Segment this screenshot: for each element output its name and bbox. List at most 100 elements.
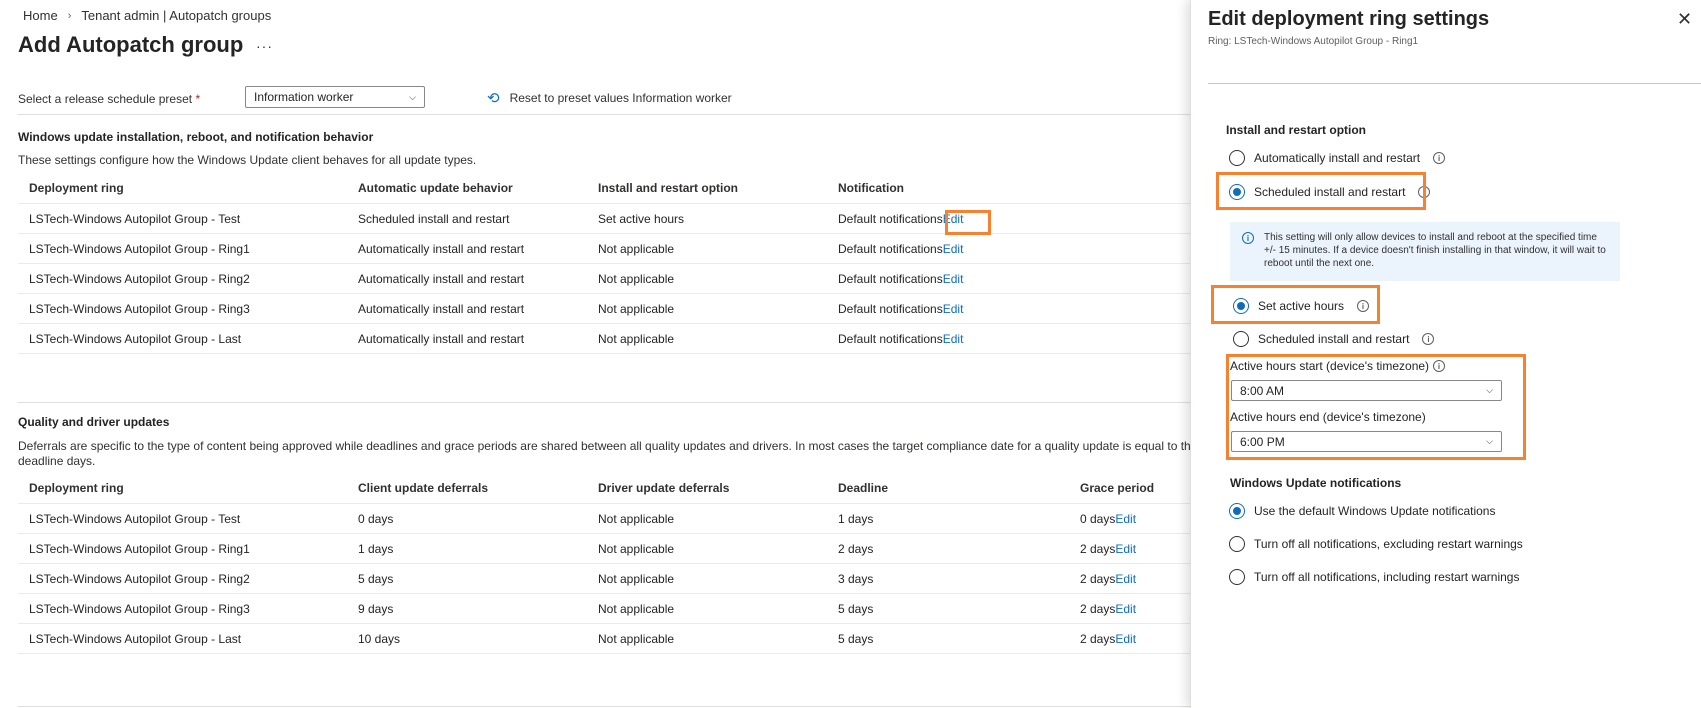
radio-label: Scheduled install and restart <box>1258 332 1410 346</box>
grace-cell: 2 days Edit <box>1080 564 1136 593</box>
grace-text: 2 days <box>1080 571 1116 586</box>
ring-cell: LSTech-Windows Autopilot Group - Ring3 <box>29 301 250 316</box>
breadcrumb-home[interactable]: Home <box>23 8 58 23</box>
edit-link[interactable]: Edit <box>1115 632 1136 646</box>
ring-cell: LSTech-Windows Autopilot Group - Last <box>29 331 242 346</box>
preset-dropdown-value: Information worker <box>254 90 354 104</box>
col-header: Automatic update behavior <box>358 180 513 195</box>
ring-cell: LSTech-Windows Autopilot Group - Last <box>29 631 242 646</box>
info-icon[interactable]: i <box>1433 152 1446 164</box>
behavior-cell: Automatically install and restart <box>358 271 525 286</box>
notification-text: Default notifications <box>838 241 943 256</box>
notification-text: Default notifications <box>838 211 943 226</box>
client-deferral-cell: 9 days <box>358 601 394 616</box>
grace-text: 2 days <box>1080 631 1116 646</box>
behavior-cell: Scheduled install and restart <box>358 211 510 226</box>
notif-title: Windows Update notifications <box>1230 476 1402 490</box>
radio-icon <box>1233 331 1249 347</box>
table-row: LSTech-Windows Autopilot Group - Ring3 9… <box>18 594 1190 624</box>
client-deferral-cell: 10 days <box>358 631 401 646</box>
grace-text: 2 days <box>1080 541 1116 556</box>
ring-cell: LSTech-Windows Autopilot Group - Ring3 <box>29 601 250 616</box>
wu-section-desc: These settings configure how the Windows… <box>18 153 477 167</box>
divider <box>18 114 1190 115</box>
edit-link[interactable]: Edit <box>943 332 964 346</box>
notification-cell: Default notifications Edit <box>838 264 963 293</box>
quality-table: Deployment ring Client update deferrals … <box>18 472 1190 654</box>
notification-text: Default notifications <box>838 331 943 346</box>
info-icon: i <box>1242 232 1254 244</box>
radio-scheduled-sub[interactable]: Scheduled install and restart i <box>1233 331 1435 347</box>
preset-dropdown[interactable]: Information worker ⌵ <box>245 86 425 108</box>
table-row: LSTech-Windows Autopilot Group - Ring1 A… <box>18 234 1190 264</box>
table-row: LSTech-Windows Autopilot Group - Ring3 A… <box>18 294 1190 324</box>
driver-deferral-cell: Not applicable <box>598 511 675 526</box>
quality-section-title: Quality and driver updates <box>18 415 170 429</box>
edit-link[interactable]: Edit <box>1115 512 1136 526</box>
radio-notif-off-including[interactable]: Turn off all notifications, including re… <box>1229 569 1519 585</box>
radio-notif-default[interactable]: Use the default Windows Update notificat… <box>1229 503 1495 519</box>
table-row: LSTech-Windows Autopilot Group - Last 10… <box>18 624 1190 654</box>
table-row: LSTech-Windows Autopilot Group - Test Sc… <box>18 204 1190 234</box>
behavior-cell: Automatically install and restart <box>358 241 525 256</box>
breadcrumb-current[interactable]: Tenant admin | Autopatch groups <box>81 8 271 23</box>
table-row: LSTech-Windows Autopilot Group - Test 0 … <box>18 504 1190 534</box>
option-cell: Not applicable <box>598 241 675 256</box>
col-header: Deployment ring <box>29 480 124 495</box>
reset-preset-label: Reset to preset values Information worke… <box>509 91 732 105</box>
reset-preset-button[interactable]: ⟲ Reset to preset values Information wor… <box>487 89 732 107</box>
edit-link[interactable]: Edit <box>1115 542 1136 556</box>
divider <box>18 402 1190 403</box>
info-icon[interactable]: i <box>1422 333 1435 345</box>
edit-link[interactable]: Edit <box>943 302 964 316</box>
radio-notif-off-excluding[interactable]: Turn off all notifications, excluding re… <box>1229 536 1523 552</box>
preset-label-text: Select a release schedule preset <box>18 92 193 106</box>
panel-subtitle: Ring: LSTech-Windows Autopilot Group - R… <box>1208 36 1419 47</box>
highlight-box <box>945 210 991 235</box>
col-header: Driver update deferrals <box>598 480 730 495</box>
radio-label: Use the default Windows Update notificat… <box>1254 504 1496 518</box>
divider <box>1208 83 1701 84</box>
edit-link[interactable]: Edit <box>943 242 964 256</box>
install-option-title: Install and restart option <box>1226 123 1367 137</box>
radio-icon <box>1229 569 1245 585</box>
deadline-cell: 5 days <box>838 631 874 646</box>
chevron-right-icon: › <box>67 9 72 22</box>
client-deferral-cell: 5 days <box>358 571 394 586</box>
deadline-cell: 5 days <box>838 601 874 616</box>
info-message-text: This setting will only allow devices to … <box>1264 232 1606 269</box>
col-header: Deployment ring <box>29 180 124 195</box>
notification-text: Default notifications <box>838 301 943 316</box>
quality-section-desc-cont: deadline days. <box>18 454 96 468</box>
ring-cell: LSTech-Windows Autopilot Group - Test <box>29 211 241 226</box>
radio-icon <box>1229 150 1245 166</box>
panel-title: Edit deployment ring settings <box>1208 8 1490 30</box>
radio-label: Turn off all notifications, including re… <box>1254 570 1520 584</box>
wu-section-title: Windows update installation, reboot, and… <box>18 130 374 144</box>
close-icon[interactable]: ✕ <box>1677 10 1692 28</box>
preset-label: Select a release schedule preset * <box>18 92 200 106</box>
ring-cell: LSTech-Windows Autopilot Group - Ring1 <box>29 241 250 256</box>
main-content: Home › Tenant admin | Autopatch groups A… <box>0 0 1190 708</box>
edit-link[interactable]: Edit <box>1115 602 1136 616</box>
option-cell: Set active hours <box>598 211 685 226</box>
ring-cell: LSTech-Windows Autopilot Group - Test <box>29 511 241 526</box>
radio-label: Turn off all notifications, excluding re… <box>1254 537 1523 551</box>
table-row: LSTech-Windows Autopilot Group - Last Au… <box>18 324 1190 354</box>
highlight-box <box>1211 285 1380 324</box>
grace-cell: 2 days Edit <box>1080 534 1136 563</box>
edit-link[interactable]: Edit <box>943 272 964 286</box>
more-options-icon[interactable]: ··· <box>256 38 273 54</box>
divider <box>18 706 1190 707</box>
breadcrumb: Home › Tenant admin | Autopatch groups <box>23 8 271 23</box>
deadline-cell: 3 days <box>838 571 874 586</box>
info-message: i This setting will only allow devices t… <box>1230 222 1620 281</box>
page-title: Add Autopatch group <box>18 32 244 57</box>
option-cell: Not applicable <box>598 331 675 346</box>
edit-link[interactable]: Edit <box>1115 572 1136 586</box>
radio-auto-install[interactable]: Automatically install and restart i <box>1229 150 1446 166</box>
grace-text: 0 days <box>1080 511 1116 526</box>
radio-label: Automatically install and restart <box>1254 151 1421 165</box>
table-row: LSTech-Windows Autopilot Group - Ring1 1… <box>18 534 1190 564</box>
ring-cell: LSTech-Windows Autopilot Group - Ring2 <box>29 571 250 586</box>
